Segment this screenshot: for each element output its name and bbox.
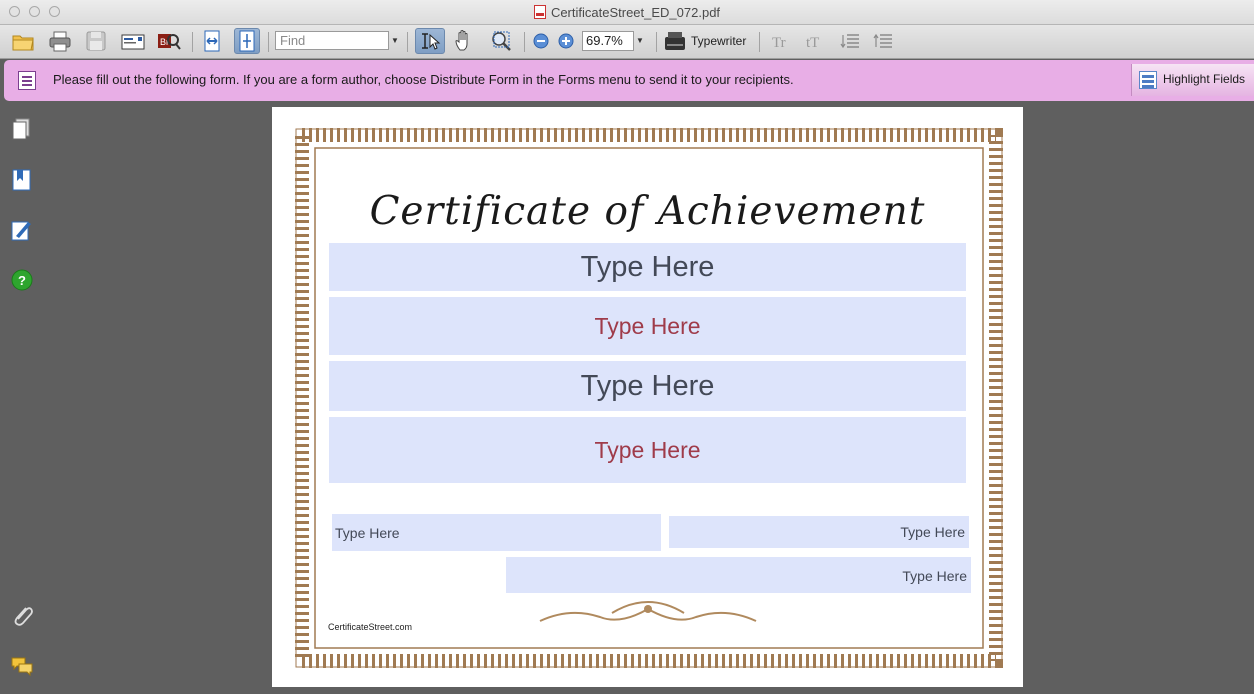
line-spacing-up-button[interactable] [871,28,897,54]
zoom-dropdown-arrow[interactable]: ▼ [634,31,646,51]
select-tool-button[interactable] [415,28,445,54]
bookmarks-panel-button[interactable] [10,168,34,192]
svg-text:Tr: Tr [772,35,786,51]
envelope-icon [121,34,145,50]
save-button[interactable] [83,28,109,54]
zoom-out-icon [533,33,549,49]
toolbar-separator [759,32,760,52]
pdf-file-icon [533,5,546,19]
toolbar-separator [656,32,657,52]
zoom-level-field[interactable]: 69.7% [582,31,634,51]
toolbar-separator [192,32,193,52]
form-message: Please fill out the following form. If y… [53,72,794,87]
form-field-name[interactable]: Type Here [329,361,966,411]
attachments-panel-button[interactable] [10,603,34,627]
pen-signature-icon [11,221,31,241]
marquee-zoom-button[interactable] [488,28,514,54]
toolbar-separator [524,32,525,52]
fit-page-icon [239,30,255,52]
text-size-button[interactable]: Tr [769,28,795,54]
form-icon [18,71,36,90]
fit-width-icon [204,30,220,52]
bridge-search-icon: Br [158,34,181,50]
window-title-text: CertificateStreet_ED_072.pdf [550,5,721,20]
highlight-fields-icon [1139,71,1157,89]
form-field-description[interactable]: Type Here [329,417,966,483]
email-button[interactable] [120,28,146,54]
zoom-out-button[interactable] [529,28,553,54]
help-panel-button[interactable]: ? [10,268,34,292]
paperclip-icon [14,607,33,626]
svg-text:?: ? [18,273,26,288]
folder-icon [12,35,34,51]
bridge-search-button[interactable]: Br [156,28,182,54]
svg-text:tT: tT [806,35,819,51]
text-grow-icon: tT [806,35,819,51]
pages-panel-button[interactable] [10,117,34,141]
fit-width-button[interactable] [199,28,225,54]
form-field-date[interactable]: Type Here [506,557,971,593]
zoom-in-icon [558,33,574,49]
form-field-signature-right[interactable]: Type Here [669,516,969,548]
help-icon: ? [11,269,33,291]
form-field-recipient[interactable]: Type Here [329,243,966,291]
form-field-subtitle[interactable]: Type Here [329,297,966,355]
line-spacing-down-icon [840,34,859,49]
hand-tool-button[interactable] [452,28,478,54]
toolbar: Br Find ▼ 69.7% ▼ Typewriter Tr tT [0,25,1254,59]
magnifier-icon [492,31,511,51]
signatures-panel-button[interactable] [10,218,34,242]
form-field-signature-left[interactable]: Type Here [332,514,661,551]
title-bar: CertificateStreet_ED_072.pdf [0,0,1254,25]
comment-bubbles-icon [11,657,33,677]
certificate-title: Certificate of Achievement [369,189,926,234]
typewriter-label: Typewriter [691,34,747,48]
printer-icon [49,31,71,52]
document-page: Certificate of Achievement Type Here Typ… [272,107,1023,687]
comments-panel-button[interactable] [10,654,34,678]
toolbar-separator [268,32,269,52]
toolbar-separator [407,32,408,52]
window-title: CertificateStreet_ED_072.pdf [0,5,1254,20]
fit-page-button[interactable] [234,28,260,54]
pages-icon [12,118,30,140]
text-size-icon: Tr [772,35,786,51]
disk-icon [86,31,106,51]
print-button[interactable] [47,28,73,54]
bookmark-icon [12,169,31,191]
form-notification-bar: Please fill out the following form. If y… [4,60,1254,101]
site-credit: CertificateStreet.com [328,622,413,632]
line-spacing-up-icon [873,33,892,48]
open-button[interactable] [10,28,36,54]
find-input[interactable]: Find [275,31,389,50]
zoom-in-button[interactable] [554,28,578,54]
highlight-fields-button[interactable]: Highlight Fields [1131,64,1254,96]
text-grow-button[interactable]: tT [803,28,829,54]
typewriter-icon [665,32,685,50]
text-cursor-icon [422,33,441,50]
find-dropdown-arrow[interactable]: ▼ [389,31,401,50]
highlight-fields-label: Highlight Fields [1163,72,1246,86]
line-spacing-down-button[interactable] [838,28,864,54]
hand-icon [455,30,468,51]
